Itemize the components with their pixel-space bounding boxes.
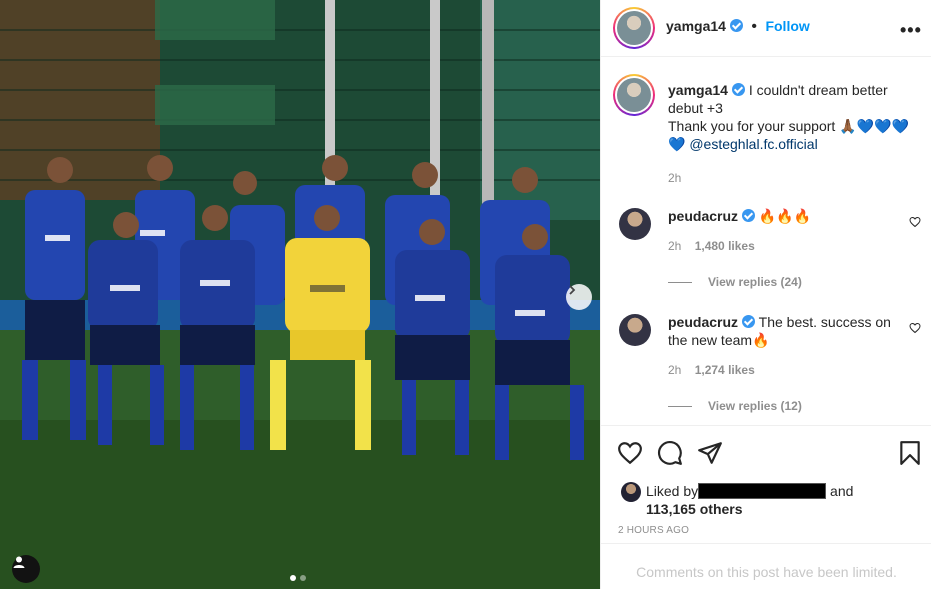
carousel-dot-active (290, 575, 296, 581)
liked-and-label: and (830, 483, 854, 499)
team-photo-illustration (0, 0, 600, 589)
likes-count[interactable]: 113,165 others (646, 501, 743, 517)
view-replies-label: View replies (12) (708, 399, 802, 413)
liked-by-label: Liked by (646, 483, 699, 499)
post-photo[interactable] (0, 0, 600, 589)
post-header: yamga14 • Follow ••• (601, 0, 931, 57)
carousel-next-button[interactable] (566, 284, 592, 310)
likes-summary: Liked by and 113,165 others (646, 482, 916, 518)
redacted-username (698, 483, 827, 499)
heart-icon[interactable] (617, 440, 643, 466)
bookmark-icon[interactable] (897, 440, 923, 466)
comment-username[interactable]: peudacruz (668, 314, 738, 330)
caption-line-2: debut +3 (668, 100, 723, 116)
comment-1: peudacruz 🔥🔥🔥 2h 1,480 likes (668, 207, 908, 255)
post-details-panel: yamga14 • Follow ••• yamga14 I couldn't … (600, 0, 931, 589)
caption-author-avatar[interactable] (613, 74, 655, 116)
comment-likes[interactable]: 1,480 likes (695, 239, 755, 253)
author-username[interactable]: yamga14 (666, 18, 726, 34)
comment-username[interactable]: peudacruz (668, 208, 738, 224)
comment-like-heart-icon[interactable] (909, 216, 921, 228)
author-avatar[interactable] (613, 7, 655, 49)
comment-text-line-1: The best. success on (758, 314, 891, 330)
carousel-indicator (290, 575, 306, 581)
commenter-avatar[interactable] (619, 314, 651, 346)
view-replies-button-1[interactable]: View replies (24) (668, 275, 802, 289)
comment-icon[interactable] (657, 440, 683, 466)
post-caption: yamga14 I couldn't dream better debut +3… (668, 81, 918, 187)
verified-badge-icon (731, 83, 745, 96)
user-tag-icon (13, 556, 25, 568)
caption-line-1: I couldn't dream better (748, 82, 888, 98)
follow-button[interactable]: Follow (765, 18, 809, 34)
carousel-dot (300, 575, 306, 581)
verified-badge-icon (729, 19, 743, 32)
verified-badge-icon (742, 209, 756, 222)
caption-username[interactable]: yamga14 (668, 82, 728, 98)
commenter-avatar[interactable] (619, 208, 651, 240)
view-replies-button-2[interactable]: View replies (12) (668, 399, 802, 413)
mention-link[interactable]: @esteghlal.fc.official (689, 136, 817, 152)
caption-time: 2h (668, 171, 682, 185)
caption-line-3: Thank you for your support 🙏🏾💙💙💙 (668, 118, 909, 134)
comment-likes[interactable]: 1,274 likes (695, 363, 755, 377)
more-options-icon[interactable]: ••• (900, 20, 922, 41)
chevron-right-icon (569, 285, 576, 295)
comments-limited-notice: Comments on this post have been limited. (601, 543, 931, 589)
comment-text-line-2: the new team🔥 (668, 332, 770, 348)
view-replies-label: View replies (24) (708, 275, 802, 289)
verified-badge-icon (742, 315, 756, 328)
comment-like-heart-icon[interactable] (909, 322, 921, 334)
caption-line-4-emoji: 💙 (668, 136, 686, 152)
user-tag-button[interactable] (12, 555, 40, 583)
comment-2: peudacruz The best. success on the new t… (668, 313, 908, 379)
post-timestamp[interactable]: 2 HOURS AGO (618, 525, 689, 536)
share-icon[interactable] (697, 440, 723, 466)
comment-text: 🔥🔥🔥 (758, 208, 812, 224)
comment-time: 2h (668, 239, 682, 253)
liker-avatar[interactable] (621, 482, 641, 502)
comment-time: 2h (668, 363, 682, 377)
